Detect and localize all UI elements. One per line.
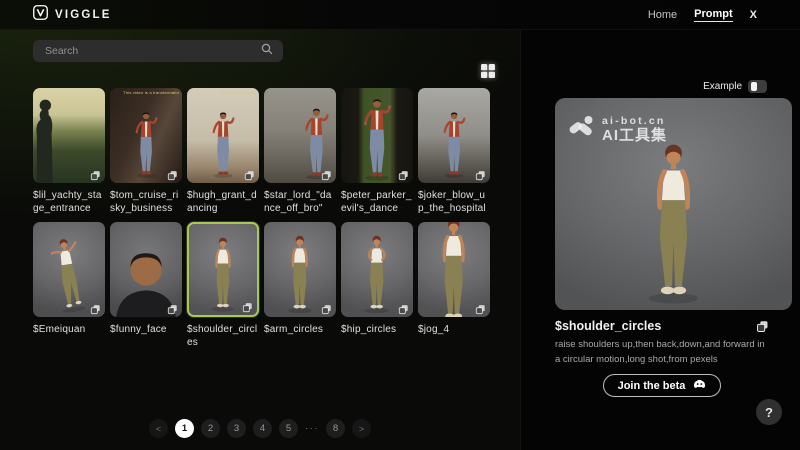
gallery-cell: $Emeiquan xyxy=(33,222,105,349)
gallery-item-label: $shoulder_circles xyxy=(187,323,259,349)
preview-panel: Example ai-bot.cn AI工具集 xyxy=(520,30,800,450)
copy-badge-icon[interactable] xyxy=(244,168,255,179)
copy-badge-icon[interactable] xyxy=(475,168,486,179)
copy-badge-icon[interactable] xyxy=(242,300,253,311)
gallery-item-4[interactable] xyxy=(264,88,336,183)
gallery-cell: This video is a tra $hugh_grant_dancing xyxy=(187,88,259,215)
gallery-item-label: $jog_4 xyxy=(418,323,490,336)
viggle-app: VIGGLE Home Prompt X xyxy=(0,0,800,450)
gallery-cell: $funny_face xyxy=(110,222,182,349)
search-input[interactable] xyxy=(43,44,255,58)
top-nav: Home Prompt X xyxy=(648,8,757,22)
copy-badge-icon[interactable] xyxy=(90,302,101,313)
search-bar[interactable] xyxy=(33,40,283,62)
copy-badge-icon[interactable] xyxy=(90,168,101,179)
example-toggle[interactable] xyxy=(748,80,767,93)
join-row: Join the beta xyxy=(555,374,769,397)
dots-page-button: ··· xyxy=(305,419,319,438)
gallery-item-label: $peter_parker_evil's_dance xyxy=(341,189,413,215)
gallery-cell: $jog_4 xyxy=(418,222,490,349)
top-bar: VIGGLE Home Prompt X xyxy=(0,0,800,30)
page-3[interactable]: 3 xyxy=(227,419,246,438)
join-beta-button[interactable]: Join the beta xyxy=(603,374,722,397)
thumbnail-caption: This video is a transformatio xyxy=(123,90,179,95)
preview-title-row: $shoulder_circles xyxy=(555,319,769,333)
gallery-item-10[interactable] xyxy=(264,222,336,317)
brand-logo[interactable]: VIGGLE xyxy=(33,5,112,25)
gallery-item-label: $Emeiquan xyxy=(33,323,105,336)
gallery-item-11[interactable] xyxy=(341,222,413,317)
search-icon xyxy=(261,42,273,60)
gallery-item-label: $tom_cruise_risky_business xyxy=(110,189,182,215)
gallery-item-8[interactable] xyxy=(110,222,182,317)
page-1[interactable]: 1 xyxy=(175,419,194,438)
page-4[interactable]: 4 xyxy=(253,419,272,438)
copy-badge-icon[interactable] xyxy=(321,302,332,313)
copy-badge-icon[interactable] xyxy=(167,302,178,313)
gallery-cell: $shoulder_circles xyxy=(187,222,259,349)
gallery-cell: $arm_circles xyxy=(264,222,336,349)
copy-badge-icon[interactable] xyxy=(475,302,486,313)
gallery-item-5[interactable] xyxy=(341,88,413,183)
gallery-item-6[interactable] xyxy=(418,88,490,183)
gallery-cell: $joker_blow_up_the_hospital xyxy=(418,88,490,215)
gallery-item-label: $funny_face xyxy=(110,323,182,336)
preview-character xyxy=(555,139,792,307)
gallery-item-9[interactable] xyxy=(187,222,259,317)
gallery-item-1[interactable] xyxy=(33,88,105,183)
brand-name: VIGGLE xyxy=(55,9,112,21)
grid-view-icon[interactable] xyxy=(479,62,497,80)
copy-badge-icon[interactable] xyxy=(398,302,409,313)
library-panel: $lil_yachty_stage_entrance This video is… xyxy=(0,30,520,450)
copy-badge-icon[interactable] xyxy=(398,168,409,179)
gallery-item-label: $hugh_grant_dancing xyxy=(187,189,259,215)
preview-video: ai-bot.cn AI工具集 xyxy=(555,98,792,310)
toggle-knob xyxy=(751,82,758,91)
gallery-item-12[interactable] xyxy=(418,222,490,317)
example-row: Example xyxy=(703,80,767,93)
watermark-line1: ai-bot.cn xyxy=(602,115,667,127)
gallery-item-label: $star_lord_"dance_off_bro" xyxy=(264,189,336,215)
gallery-cell: This video is a transformatio $tom_cruis… xyxy=(110,88,182,215)
preview-title: $shoulder_circles xyxy=(555,319,661,333)
discord-icon xyxy=(693,379,706,392)
gallery-cell: $peter_parker_evil's_dance xyxy=(341,88,413,215)
prev-page-button[interactable]: < xyxy=(149,419,168,438)
nav-item-x[interactable]: X xyxy=(750,9,757,21)
example-label: Example xyxy=(703,81,742,92)
gallery-item-label: $arm_circles xyxy=(264,323,336,336)
preview-description: raise shoulders up,then back,down,and fo… xyxy=(555,337,769,367)
copy-icon[interactable] xyxy=(756,320,769,333)
gallery-item-7[interactable] xyxy=(33,222,105,317)
gallery-cell: $lil_yachty_stage_entrance xyxy=(33,88,105,215)
gallery-item-3[interactable]: This video is a tra xyxy=(187,88,259,183)
next-page-button[interactable]: > xyxy=(352,419,371,438)
pagination: <12345 ··· 8 > xyxy=(0,419,520,438)
nav-item-home[interactable]: Home xyxy=(648,9,677,21)
gallery-cell: $hip_circles xyxy=(341,222,413,349)
copy-badge-icon[interactable] xyxy=(167,168,178,179)
thumbnail-caption: This video is a tra xyxy=(221,90,256,95)
gallery-grid: $lil_yachty_stage_entrance This video is… xyxy=(33,88,490,349)
gallery-item-label: $joker_blow_up_the_hospital xyxy=(418,189,490,215)
gallery-item-label: $lil_yachty_stage_entrance xyxy=(33,189,105,215)
page-5[interactable]: 5 xyxy=(279,419,298,438)
nav-item-prompt[interactable]: Prompt xyxy=(694,8,733,22)
join-beta-label: Join the beta xyxy=(618,380,686,392)
copy-badge-icon[interactable] xyxy=(321,168,332,179)
help-button[interactable]: ? xyxy=(756,399,782,425)
page-2[interactable]: 2 xyxy=(201,419,220,438)
page-8[interactable]: 8 xyxy=(326,419,345,438)
viggle-v-icon xyxy=(33,5,48,25)
gallery-item-label: $hip_circles xyxy=(341,323,413,336)
gallery-cell: $star_lord_"dance_off_bro" xyxy=(264,88,336,215)
gallery-item-2[interactable]: This video is a transformatio xyxy=(110,88,182,183)
